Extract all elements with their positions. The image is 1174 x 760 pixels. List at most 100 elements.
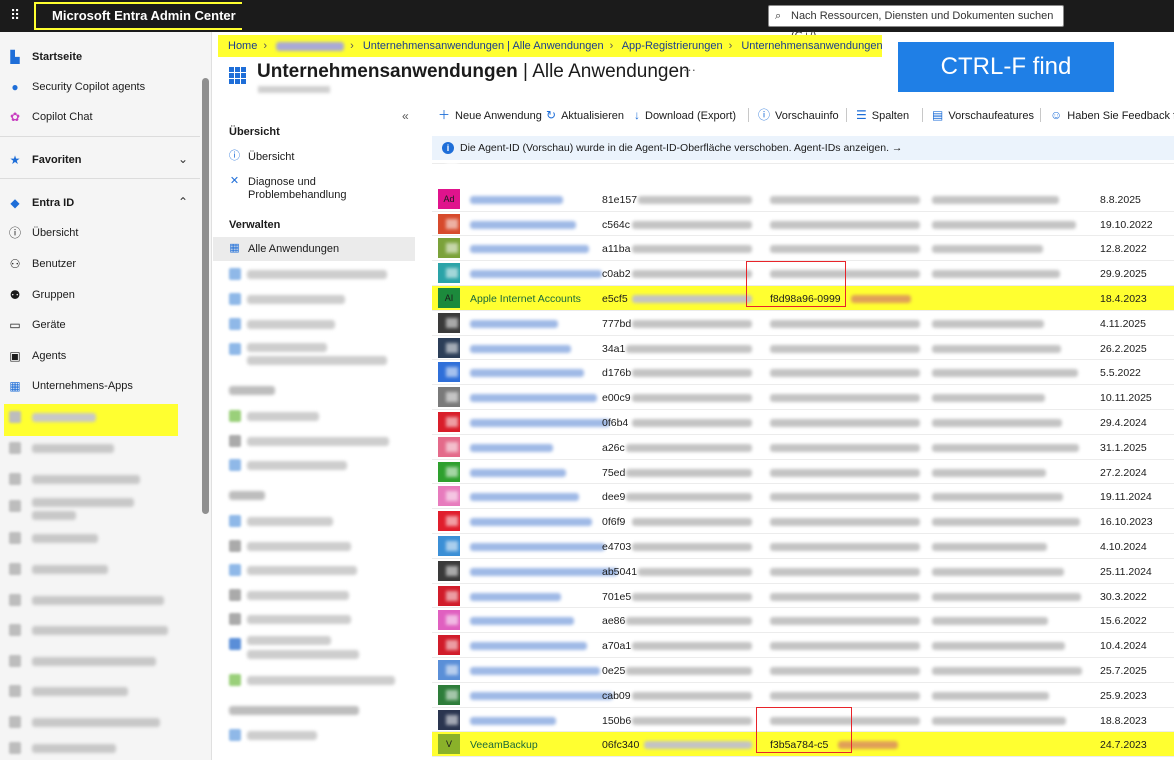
refresh-icon: ↻: [546, 108, 557, 122]
more-options-icon[interactable]: ···: [683, 62, 696, 77]
nav-entra-id-label: Entra ID: [32, 197, 75, 209]
table-row[interactable]: a70a1 10.4.2024: [432, 633, 1174, 658]
table-row[interactable]: 0f6f9 16.10.2023: [432, 509, 1174, 534]
table-row[interactable]: 0f6b4 29.4.2024: [432, 410, 1174, 435]
new-application-button[interactable]: ＋ Neue Anwendung: [438, 104, 542, 126]
table-row[interactable]: ae86 15.6.2022: [432, 608, 1174, 634]
nav-copilot-chat[interactable]: ✿ Copilot Chat: [0, 104, 200, 132]
menu-item-overview[interactable]: ⓘ Übersicht: [213, 145, 415, 169]
app-name-blurred[interactable]: [470, 642, 587, 651]
table-row[interactable]: a26c 31.1.2025: [432, 435, 1174, 460]
nav-overview[interactable]: ⓘ Übersicht: [0, 220, 200, 248]
app-name-blurred[interactable]: [470, 270, 602, 279]
feedback-button[interactable]: ☺ Haben Sie Feedback fü: [1050, 104, 1174, 126]
copilot-icon: ✿: [9, 110, 21, 124]
app-name-blurred[interactable]: [470, 443, 553, 452]
table-row[interactable]: 75ed 27.2.2024: [432, 460, 1174, 485]
app-id-prefix: 0f6f9: [602, 516, 626, 529]
app-name-blurred[interactable]: [470, 493, 579, 502]
table-row[interactable]: e4703 4.10.2024: [432, 534, 1174, 559]
app-logo: [438, 312, 460, 333]
breadcrumb-home[interactable]: Home: [228, 40, 257, 52]
app-id-prefix: d176b: [602, 367, 632, 380]
chevron-down-icon[interactable]: ⌄: [178, 152, 188, 166]
table-row[interactable]: a11ba 12.8.2022: [432, 236, 1174, 262]
app-name-blurred[interactable]: [470, 394, 597, 403]
menu-item-all-apps[interactable]: ▦ Alle Anwendungen: [213, 237, 415, 261]
breadcrumb-enterprise-all[interactable]: Unternehmensanwendungen | Alle Anwendung…: [363, 40, 604, 52]
app-name-blurred[interactable]: [470, 543, 605, 551]
app-name-blurred[interactable]: [470, 667, 600, 675]
app-id-prefix: 06fc340: [602, 739, 640, 752]
app-id-blurred: [632, 543, 752, 551]
app-name-blurred[interactable]: [470, 195, 563, 204]
nav-enterprise-apps-label: Unternehmens-Apps: [32, 380, 133, 392]
table-row[interactable]: 34a1 26.2.2025: [432, 336, 1174, 361]
nav-home[interactable]: ▙ Startseite: [0, 44, 200, 72]
app-name-blurred[interactable]: [470, 567, 618, 576]
app-name-blurred[interactable]: [470, 592, 561, 601]
info-icon: ⓘ: [8, 226, 21, 240]
preview-features-button[interactable]: ▤ Vorschaufeatures: [932, 104, 1034, 126]
brand-title[interactable]: Microsoft Entra Admin Center: [36, 4, 242, 28]
breadcrumb-enterprise[interactable]: Unternehmensanwendungen: [741, 40, 882, 52]
app-name-blurred[interactable]: [470, 691, 613, 700]
breadcrumb-separator: ›: [350, 40, 354, 52]
app-logo-text: Ad: [443, 193, 455, 204]
menu-item-all-apps-label: Alle Anwendungen: [248, 243, 340, 255]
app-name-blurred[interactable]: [470, 617, 574, 626]
table-row[interactable]: ab5041 25.11.2024: [432, 559, 1174, 584]
left-nav-scrollbar[interactable]: [202, 78, 209, 514]
nav-security-copilot[interactable]: ● Security Copilot agents: [0, 74, 200, 102]
menu-section-manage: Verwalten: [229, 219, 281, 231]
app-name-link[interactable]: VeeamBackup: [470, 739, 538, 751]
nav-users[interactable]: ⚇ Benutzer: [0, 251, 200, 279]
columns-button[interactable]: ☰ Spalten: [856, 104, 909, 126]
table-row[interactable]: cab09 25.9.2023: [432, 683, 1174, 708]
table-row[interactable]: dee9 19.11.2024: [432, 484, 1174, 510]
table-row[interactable]: e00c9 10.11.2025: [432, 385, 1174, 410]
app-logo-blurred: [446, 714, 458, 725]
table-row[interactable]: d176b 5.5.2022: [432, 360, 1174, 386]
table-row[interactable]: 701e5 30.3.2022: [432, 584, 1174, 609]
app-name-blurred[interactable]: [470, 419, 610, 427]
breadcrumb-app-registrations[interactable]: App-Registrierungen: [622, 40, 723, 52]
app-name-blurred[interactable]: [470, 319, 558, 328]
download-button[interactable]: ↓ Download (Export): [634, 104, 736, 126]
chevron-up-icon[interactable]: ⌃: [178, 195, 188, 209]
refresh-button[interactable]: ↻ Aktualisieren: [546, 104, 624, 126]
table-row[interactable]: 0e25 25.7.2025: [432, 658, 1174, 683]
app-name-blurred[interactable]: [470, 245, 589, 254]
table-row[interactable]: [432, 162, 1174, 167]
page-title-main: Unternehmensanwendungen: [257, 61, 518, 82]
app-launcher-icon[interactable]: ⠿: [10, 7, 26, 23]
app-name-blurred[interactable]: [470, 220, 576, 229]
collapse-menu-icon[interactable]: «: [402, 109, 409, 123]
app-name-link[interactable]: Apple Internet Accounts: [470, 293, 581, 305]
nav-groups[interactable]: ⚉ Gruppen: [0, 282, 200, 310]
table-row[interactable]: c564c 19.10.2022: [432, 212, 1174, 237]
info-banner[interactable]: i Die Agent-ID (Vorschau) wurde in die A…: [432, 136, 1174, 160]
menu-item-diagnose[interactable]: ✕ Diagnose und Problembehandlung: [213, 170, 415, 204]
preview-features-icon: ▤: [932, 108, 944, 122]
global-search-input[interactable]: ⌕ Nach Ressourcen, Diensten und Dokument…: [768, 5, 1064, 42]
table-row[interactable]: 777bd 4.11.2025: [432, 311, 1174, 336]
app-name-blurred[interactable]: [470, 468, 566, 477]
app-logo: AI: [438, 288, 460, 308]
breadcrumb-tenant-blurred[interactable]: [276, 41, 345, 51]
preview-info-button[interactable]: ⓘ Vorschauinfo: [758, 104, 839, 126]
nav-devices[interactable]: ▭ Geräte: [0, 312, 200, 340]
app-name-blurred[interactable]: [470, 716, 556, 725]
table-row[interactable]: Ad 81e157 8.8.2025: [432, 187, 1174, 212]
app-name-blurred[interactable]: [470, 344, 571, 353]
app-name-blurred[interactable]: [470, 369, 584, 378]
nav-enterprise-apps[interactable]: ▦ Unternehmens-Apps: [0, 373, 200, 401]
nav-entra-id[interactable]: ◆ Entra ID ⌃: [0, 190, 200, 218]
app-id-prefix: 34a1: [602, 342, 626, 355]
menu-item-diagnose-label-2: Problembehandlung: [248, 189, 347, 201]
nav-agents[interactable]: ▣ Agents: [0, 343, 200, 371]
nav-favorites[interactable]: ★ Favoriten ⌄: [0, 147, 200, 175]
created-date: 10.11.2025: [1100, 392, 1152, 405]
app-id-prefix: 0f6b4: [602, 417, 629, 429]
app-name-blurred[interactable]: [470, 518, 592, 527]
